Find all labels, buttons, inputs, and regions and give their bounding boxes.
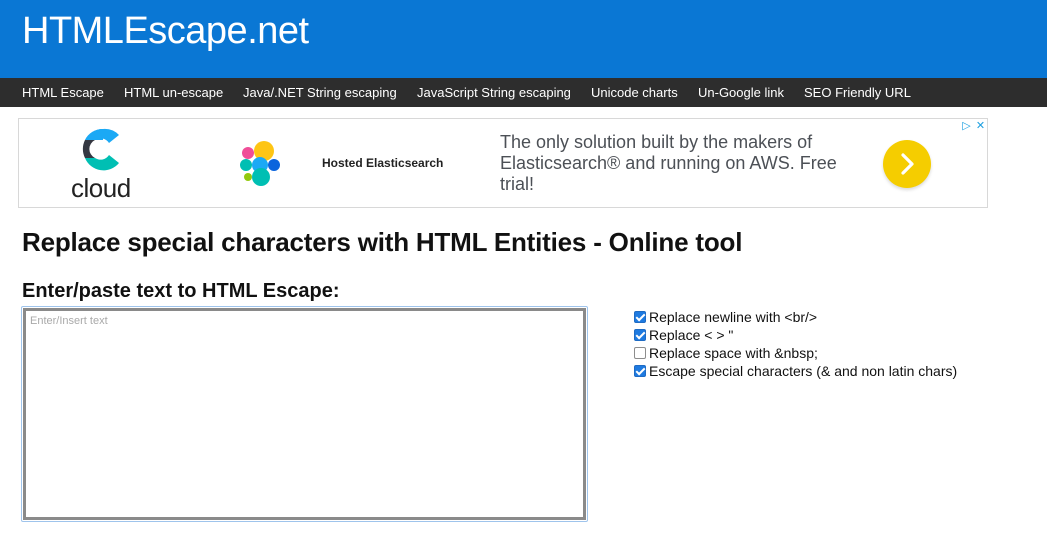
option-label: Escape special characters (& and non lat… — [649, 363, 958, 379]
option-label: Replace newline with <br/> — [649, 309, 818, 325]
nav-item-un-google-link[interactable]: Un-Google link — [698, 78, 784, 107]
close-icon[interactable]: ✕ — [974, 119, 987, 133]
nav-item-java-net-string-escaping[interactable]: Java/.NET String escaping — [243, 78, 397, 107]
option-label: Replace space with &nbsp; — [649, 345, 818, 361]
text-input[interactable] — [23, 308, 586, 520]
option-replace-space[interactable]: Replace space with &nbsp; — [634, 344, 957, 362]
nav-item-html-escape[interactable]: HTML Escape — [22, 78, 104, 107]
input-label: Enter/paste text to HTML Escape: — [22, 280, 340, 302]
site-header: HTMLEscape.net — [0, 0, 1047, 78]
ad-choices[interactable]: ▷ ✕ — [960, 119, 987, 133]
ad-copy: The only solution built by the makers of… — [500, 132, 837, 194]
page-title: Replace special characters with HTML Ent… — [22, 227, 743, 257]
option-replace-newline[interactable]: Replace newline with <br/> — [634, 308, 957, 326]
checkbox-escape-special[interactable] — [634, 365, 646, 377]
main-nav: HTML Escape HTML un-escape Java/.NET Str… — [0, 78, 1047, 107]
checkbox-replace-space[interactable] — [634, 347, 646, 359]
ad-go-button[interactable] — [883, 140, 931, 188]
option-replace-angle-quotes[interactable]: Replace < > " — [634, 326, 957, 344]
ad-choices-icon[interactable]: ▷ — [960, 119, 973, 133]
text-input-focus-ring — [21, 306, 588, 522]
nav-item-unicode-charts[interactable]: Unicode charts — [591, 78, 678, 107]
ad-logo-text: cloud — [71, 173, 131, 203]
checkbox-replace-newline[interactable] — [634, 311, 646, 323]
checkbox-replace-angle-quotes[interactable] — [634, 329, 646, 341]
nav-item-javascript-string-escaping[interactable]: JavaScript String escaping — [417, 78, 571, 107]
options-list: Replace newline with <br/> Replace < > "… — [634, 308, 957, 380]
chevron-right-icon — [901, 153, 914, 175]
elastic-cloud-logo-icon — [82, 128, 119, 171]
ad-hosted-label: Hosted Elasticsearch — [322, 156, 444, 170]
ad-banner[interactable]: cloud Hosted Elasticsearch The only solu… — [18, 118, 988, 208]
elastic-hex-logo-icon — [240, 141, 280, 186]
nav-item-html-unescape[interactable]: HTML un-escape — [124, 78, 223, 107]
option-label: Replace < > " — [649, 327, 734, 343]
option-escape-special[interactable]: Escape special characters (& and non lat… — [634, 362, 957, 380]
site-title[interactable]: HTMLEscape.net — [22, 8, 309, 54]
nav-item-seo-friendly-url[interactable]: SEO Friendly URL — [804, 78, 911, 107]
